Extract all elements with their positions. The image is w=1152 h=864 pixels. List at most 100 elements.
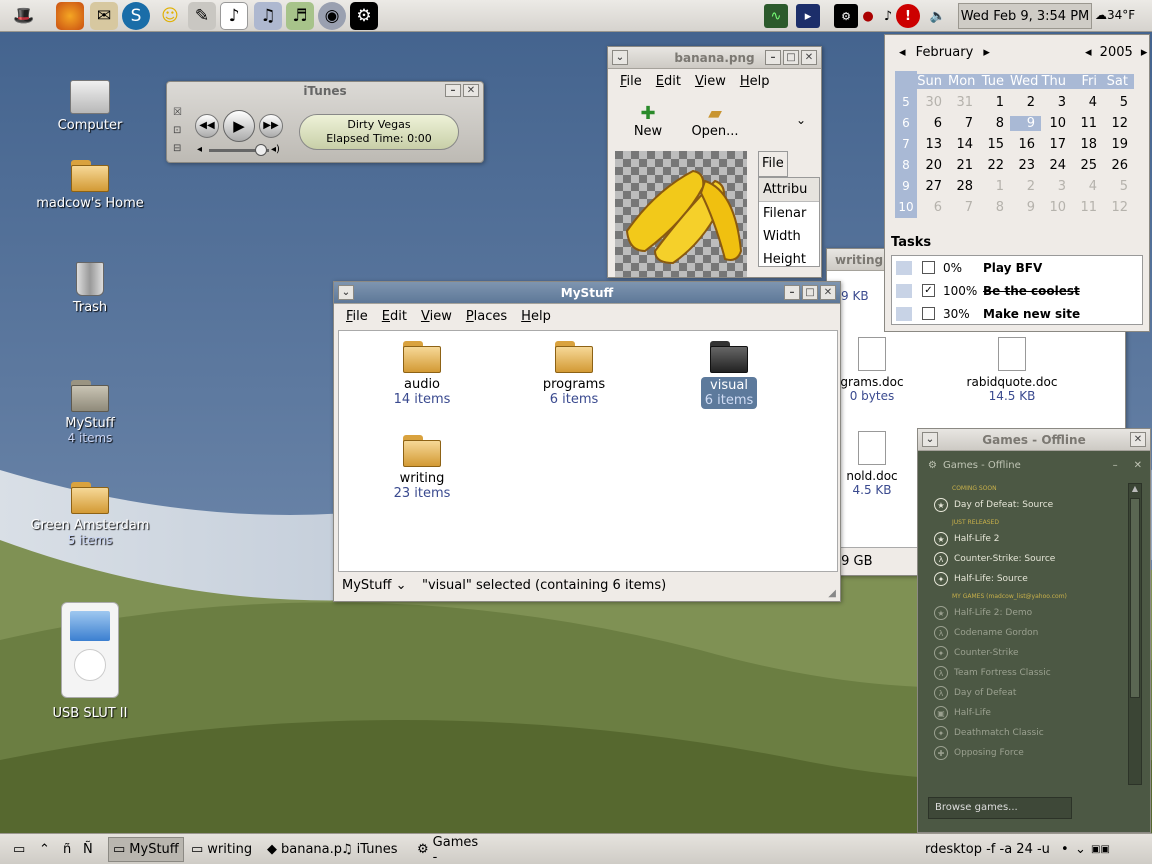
open-button[interactable]: ▰ Open... [690,103,740,139]
maximize-button[interactable]: □ [802,285,818,300]
maximize-button[interactable]: □ [783,50,799,65]
system-monitor-icon[interactable]: ∿ [764,4,788,28]
writer-icon[interactable]: ✎ [188,2,216,30]
folder-programs[interactable]: programs 6 items [519,341,629,407]
calendar-day[interactable]: 17 [1041,137,1072,152]
calendar-day[interactable]: 9 [1010,200,1041,215]
taskbar-banana[interactable]: ◆ banana.p [262,837,342,862]
firefox-icon[interactable] [56,2,84,30]
taskbar-terminal[interactable]: rdesktop -f -a 24 -u "M [920,837,1056,862]
game-row[interactable]: λ Day of Defeat [926,683,1126,703]
calendar-day[interactable]: 7 [948,200,979,215]
prev-year-icon[interactable]: ◂ [1085,45,1092,60]
menu-edit[interactable]: Edit [376,309,413,324]
calendar-day[interactable]: 8 [979,116,1010,131]
game-row[interactable]: ✦ Counter-Strike [926,643,1126,663]
calendar-day[interactable]: 26 [1103,158,1134,173]
calendar-day[interactable]: 3 [1041,179,1072,194]
calendar-day[interactable]: 25 [1072,158,1103,173]
month-selector[interactable]: ◂ February ▸ [899,45,990,60]
menu-help[interactable]: Help [734,74,776,89]
calendar-day[interactable]: 31 [948,95,979,110]
calendar-day[interactable]: 12 [1103,200,1134,215]
scrollbar-thumb[interactable] [1130,498,1140,698]
calendar-day[interactable]: 14 [948,137,979,152]
aim-icon[interactable]: ☺ [156,2,184,30]
file-item[interactable]: grams.doc 0 bytes [837,337,907,403]
menu-file[interactable]: File [340,309,374,324]
calendar-day[interactable]: 10 [1041,116,1072,131]
taskbar-games[interactable]: ⚙ Games - [412,835,486,864]
task-row[interactable]: 30% Make new site [892,302,1142,325]
next-month-icon[interactable]: ▸ [983,45,990,60]
volume-knob[interactable] [255,144,267,156]
folder-writing[interactable]: writing 23 items [367,435,477,501]
music-icon[interactable]: ♬ [286,2,314,30]
window-menu-button[interactable]: ⌄ [922,432,938,447]
calendar-day[interactable]: 18 [1072,137,1103,152]
resize-grip-icon[interactable]: ◢ [828,588,836,599]
alert-icon[interactable]: ! [896,4,920,28]
volume-icon[interactable]: 🔈 [926,4,950,28]
titlebar[interactable]: ⌄ MyStuff – □ ✕ [334,282,840,304]
steam-icon[interactable]: ⚙ [350,2,378,30]
menu-edit[interactable]: Edit [650,74,687,89]
desktop-icon-trash[interactable]: Trash [30,262,150,315]
game-row[interactable]: ✦ Half-Life: Source [926,569,1126,589]
calendar-day[interactable]: 13 [917,137,948,152]
titlebar[interactable]: iTunes – ✕ [167,82,483,100]
calendar-day[interactable]: 22 [979,158,1010,173]
calendar-day[interactable]: 6 [917,200,948,215]
minimize-button[interactable]: – [784,285,800,300]
menu-help[interactable]: Help [515,309,557,324]
scroll-up-icon[interactable]: ▲ [1129,484,1141,496]
weather-applet[interactable]: ☁34°F [1095,8,1135,22]
task-checkbox[interactable]: ✓ [922,284,935,297]
game-row[interactable]: λ Counter-Strike: Source [926,549,1126,569]
scrollbar[interactable]: ▲ [1128,483,1142,785]
fedora-hat-icon[interactable]: 🎩 [10,2,38,30]
menu-view[interactable]: View [415,309,458,324]
game-row[interactable]: ★ Half-Life 2: Demo [926,603,1126,623]
close-icon[interactable]: ✕ [1134,460,1142,471]
chevron-down-icon[interactable]: ⌄ [1070,837,1087,862]
window-menu-button[interactable]: ⌄ [338,285,354,300]
close-button[interactable]: ✕ [1130,432,1146,447]
calendar-day[interactable]: 2 [1010,179,1041,194]
calendar-day[interactable]: 10 [1041,200,1072,215]
titlebar[interactable]: ⌄ Games - Offline ✕ [918,429,1150,451]
calendar-day[interactable]: 8 [979,200,1010,215]
calendar-day[interactable]: 19 [1103,137,1134,152]
calendar-day[interactable]: 4 [1072,179,1103,194]
cd-icon[interactable]: ◉ [318,2,346,30]
document-icon[interactable]: ♪ [220,2,248,30]
next-button[interactable]: ▶▶ [259,114,283,138]
audio-icon[interactable]: ♫ [254,2,282,30]
close-button[interactable]: ✕ [463,84,479,97]
prev-month-icon[interactable]: ◂ [899,45,906,60]
game-row[interactable]: ★ Day of Defeat: Source [926,495,1126,515]
calendar-day[interactable]: 28 [948,179,979,194]
minimize-button[interactable]: – [765,50,781,65]
game-list[interactable]: COMING SOON ★ Day of Defeat: Source JUST … [926,481,1126,787]
terminal-icon[interactable]: ▸ [796,4,820,28]
previous-button[interactable]: ◀◀ [195,114,219,138]
calendar-day[interactable]: 5 [1103,179,1134,194]
browse-games-button[interactable]: Browse games... [928,797,1072,819]
desktop-icon-green-amsterdam[interactable]: Green Amsterdam 5 items [30,482,150,547]
calendar-day[interactable]: 23 [1010,158,1041,173]
task-row[interactable]: 0% Play BFV [892,256,1142,279]
calendar-grid[interactable]: Sun Mon Tue Wed Thu Fri Sat 5 30 31 1 2 3 4 5 6 6… [895,71,1134,218]
minimize-button[interactable]: – [445,84,461,97]
close-button[interactable]: ✕ [801,50,817,65]
calendar-day[interactable]: 30 [917,95,948,110]
calendar-day[interactable]: 24 [1041,158,1072,173]
calendar-day[interactable]: 21 [948,158,979,173]
calendar-day[interactable]: 16 [1010,137,1041,152]
window-controls[interactable]: ☒ ⊡ ⊟ [173,104,182,158]
clock[interactable]: Wed Feb 9, 3:54 PM [958,3,1092,29]
task-checkbox[interactable] [922,307,935,320]
calendar-day[interactable]: 2 [1010,95,1041,110]
year-selector[interactable]: ◂ 2005 ▸ [1085,45,1147,60]
game-row[interactable]: ★ Half-Life 2 [926,529,1126,549]
